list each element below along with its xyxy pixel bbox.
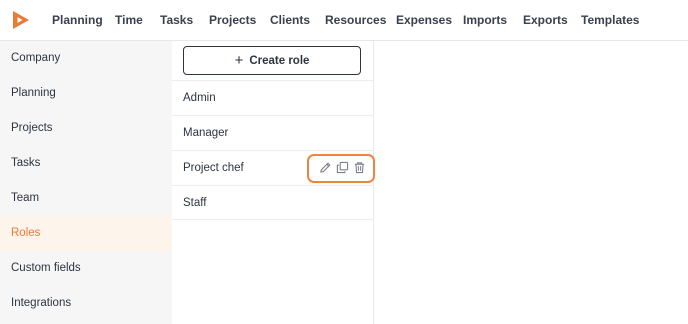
plus-icon: + xyxy=(234,51,244,69)
sidebar-item-projects[interactable]: Projects xyxy=(0,111,172,146)
nav-item-planning[interactable]: Planning xyxy=(52,13,103,27)
nav-item-resources[interactable]: Resources xyxy=(325,13,386,27)
role-name: Staff xyxy=(183,197,207,209)
nav-item-time[interactable]: Time xyxy=(115,13,143,27)
nav-item-templates[interactable]: Templates xyxy=(581,13,639,27)
role-row-staff[interactable]: Staff xyxy=(172,185,374,220)
role-actions-highlight xyxy=(307,154,375,183)
create-role-button[interactable]: + Create role xyxy=(183,46,361,75)
role-name: Manager xyxy=(183,127,229,139)
top-navigation-bar: Planning Time Tasks Projects Clients Res… xyxy=(0,0,688,41)
role-row-project-chef[interactable]: Project chef xyxy=(172,150,375,185)
roles-panel: + Create role Admin Manager Project chef xyxy=(172,41,375,324)
nav-item-expenses[interactable]: Expenses xyxy=(396,13,452,27)
role-row-admin[interactable]: Admin xyxy=(172,80,374,115)
nav-item-projects[interactable]: Projects xyxy=(209,13,256,27)
create-role-label: Create role xyxy=(249,54,310,67)
sidebar-item-company[interactable]: Company xyxy=(0,41,172,76)
sidebar-item-roles[interactable]: Roles xyxy=(0,216,172,251)
sidebar-item-tasks[interactable]: Tasks xyxy=(0,146,172,181)
nav-item-clients[interactable]: Clients xyxy=(270,13,310,27)
settings-sidebar: Company Planning Projects Tasks Team Rol… xyxy=(0,41,172,324)
nav-item-imports[interactable]: Imports xyxy=(463,13,507,27)
role-name: Admin xyxy=(183,92,216,104)
edit-icon[interactable] xyxy=(319,161,332,174)
role-row-manager[interactable]: Manager xyxy=(172,115,374,150)
sidebar-item-custom-fields[interactable]: Custom fields xyxy=(0,251,172,286)
sidebar-item-planning[interactable]: Planning xyxy=(0,76,172,111)
role-name: Project chef xyxy=(183,162,244,174)
sidebar-item-team[interactable]: Team xyxy=(0,181,172,216)
nav-item-exports[interactable]: Exports xyxy=(523,13,568,27)
delete-icon[interactable] xyxy=(353,161,366,174)
brand-logo-icon[interactable] xyxy=(11,10,31,30)
sidebar-item-integrations[interactable]: Integrations xyxy=(0,286,172,321)
duplicate-icon[interactable] xyxy=(336,161,349,174)
nav-item-tasks[interactable]: Tasks xyxy=(160,13,193,27)
